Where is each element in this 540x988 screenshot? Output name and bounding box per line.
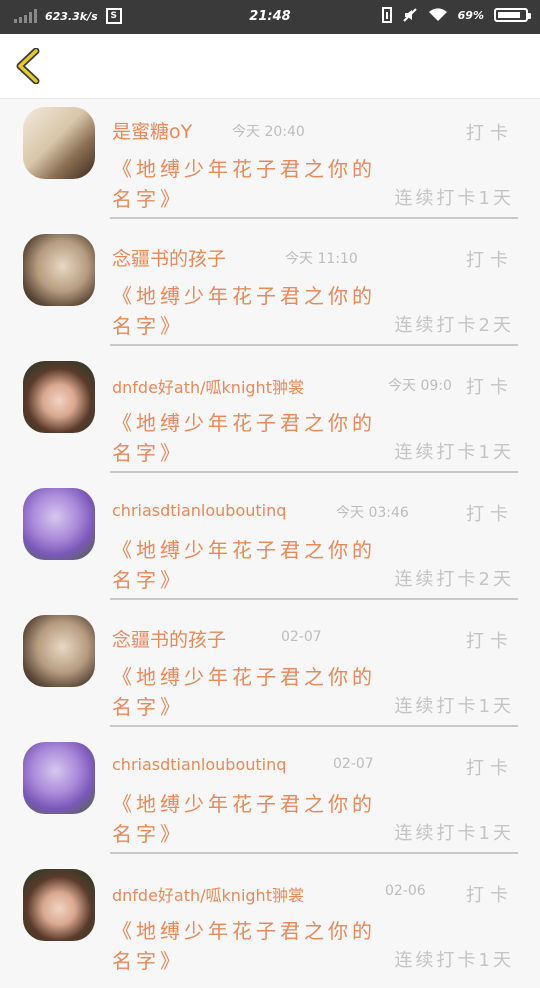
checkin-time: 02-07 xyxy=(333,756,374,772)
divider xyxy=(110,217,518,219)
list-item[interactable]: dnfde好ath/呱knight翀裳 02-06 打卡 《地缚少年花子君之你的… xyxy=(0,861,540,988)
battery-percent: 69% xyxy=(457,8,484,22)
battery-icon xyxy=(494,8,531,22)
avatar[interactable] xyxy=(23,107,95,179)
user-name[interactable]: dnfde好ath/呱knight翀裳 xyxy=(112,882,304,906)
divider xyxy=(110,725,518,727)
checkin-label: 打卡 xyxy=(466,504,514,525)
list-item[interactable]: chriasdtianlouboutinq 02-07 打卡 《地缚少年花子君之… xyxy=(0,734,540,861)
avatar[interactable] xyxy=(23,234,95,306)
avatar[interactable] xyxy=(23,488,95,560)
checkin-label: 打卡 xyxy=(466,758,514,779)
checkin-time: 今天 09:0 xyxy=(388,378,452,394)
divider xyxy=(110,471,518,473)
avatar[interactable] xyxy=(23,361,95,433)
book-title: 《地缚少年花子君之你的名字》 xyxy=(112,792,376,846)
book-title: 《地缚少年花子君之你的名字》 xyxy=(112,919,376,973)
user-name[interactable]: dnfde好ath/呱knight翀裳 xyxy=(112,374,304,398)
streak-text: 连续打卡1天 xyxy=(394,823,514,844)
streak-text: 连续打卡1天 xyxy=(394,188,514,209)
status-bar: 623.3k/s S 21:48 69% xyxy=(0,0,540,34)
checkin-list: 是蜜糖oY 今天 20:40 打卡 《地缚少年花子君之你的名字》 连续打卡1天 … xyxy=(0,99,540,988)
checkin-time: 02-06 xyxy=(385,883,426,899)
avatar[interactable] xyxy=(23,742,95,814)
user-name[interactable]: 念疆书的孩子 xyxy=(112,625,226,652)
streak-text: 连续打卡1天 xyxy=(394,696,514,717)
wifi-icon xyxy=(428,8,447,21)
book-title: 《地缚少年花子君之你的名字》 xyxy=(112,411,376,465)
list-item[interactable]: 念疆书的孩子 02-07 打卡 《地缚少年花子君之你的名字》 连续打卡1天 xyxy=(0,607,540,734)
top-nav xyxy=(0,34,540,99)
status-right: 69% xyxy=(381,7,531,23)
avatar[interactable] xyxy=(23,869,95,941)
list-item[interactable]: 念疆书的孩子 今天 11:10 打卡 《地缚少年花子君之你的名字》 连续打卡2天 xyxy=(0,226,540,353)
divider xyxy=(110,344,518,346)
checkin-time: 02-07 xyxy=(281,629,322,645)
checkin-label: 打卡 xyxy=(466,123,514,144)
book-title: 《地缚少年花子君之你的名字》 xyxy=(112,284,376,338)
divider xyxy=(110,598,518,600)
charging-icon xyxy=(381,7,392,23)
checkin-time: 今天 11:10 xyxy=(285,251,358,267)
checkin-time: 今天 20:40 xyxy=(232,124,305,140)
list-item[interactable]: 是蜜糖oY 今天 20:40 打卡 《地缚少年花子君之你的名字》 连续打卡1天 xyxy=(0,99,540,226)
streak-text: 连续打卡1天 xyxy=(394,442,514,463)
checkin-label: 打卡 xyxy=(466,631,514,652)
streak-text: 连续打卡2天 xyxy=(394,315,514,336)
divider xyxy=(110,852,518,854)
list-item[interactable]: dnfde好ath/呱knight翀裳 今天 09:0 打卡 《地缚少年花子君之… xyxy=(0,353,540,480)
streak-text: 连续打卡2天 xyxy=(394,569,514,590)
checkin-label: 打卡 xyxy=(466,885,514,906)
book-title: 《地缚少年花子君之你的名字》 xyxy=(112,157,376,211)
user-name[interactable]: 念疆书的孩子 xyxy=(112,244,226,271)
chevron-left-icon[interactable] xyxy=(12,48,46,84)
book-title: 《地缚少年花子君之你的名字》 xyxy=(112,665,376,719)
checkin-label: 打卡 xyxy=(466,250,514,271)
book-title: 《地缚少年花子君之你的名字》 xyxy=(112,538,376,592)
streak-text: 连续打卡1天 xyxy=(394,950,514,971)
avatar[interactable] xyxy=(23,615,95,687)
user-name[interactable]: chriasdtianlouboutinq xyxy=(112,755,286,774)
list-item[interactable]: chriasdtianlouboutinq 今天 03:46 打卡 《地缚少年花… xyxy=(0,480,540,607)
mute-icon xyxy=(402,8,417,22)
user-name[interactable]: 是蜜糖oY xyxy=(112,117,192,144)
user-name[interactable]: chriasdtianlouboutinq xyxy=(112,501,286,520)
checkin-time: 今天 03:46 xyxy=(336,505,409,521)
checkin-label: 打卡 xyxy=(466,377,514,398)
